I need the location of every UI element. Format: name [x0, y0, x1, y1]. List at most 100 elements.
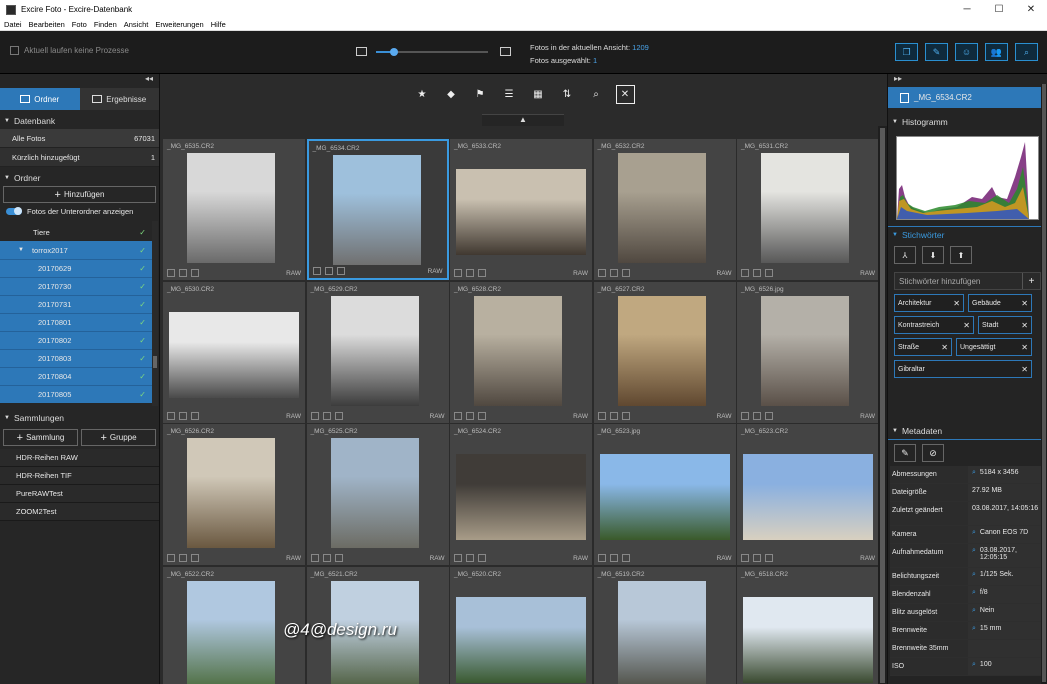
- pin-icon[interactable]: [310, 411, 319, 420]
- photo-thumbnail[interactable]: _MG_6528.CR2 RAW: [450, 281, 592, 423]
- flag-icon[interactable]: [765, 269, 773, 277]
- remove-keyword-icon[interactable]: ✕: [963, 321, 970, 330]
- flag-icon[interactable]: [765, 554, 773, 562]
- tree-item-20170629[interactable]: 20170629 ✓: [0, 259, 152, 277]
- edit-icon[interactable]: [322, 411, 331, 420]
- zoom-out-icon[interactable]: [356, 47, 367, 56]
- chevron-down-icon[interactable]: ▼: [18, 247, 24, 253]
- photo-thumbnail[interactable]: _MG_6527.CR2 RAW: [593, 281, 736, 423]
- photo-thumbnail[interactable]: _MG_6530.CR2 RAW: [163, 281, 305, 423]
- search-similar-icon[interactable]: ⌕: [972, 547, 976, 555]
- pin-icon[interactable]: [741, 269, 749, 277]
- db-row-recent[interactable]: Kürzlich hinzugefügt 1: [0, 148, 159, 167]
- right-scrollbar[interactable]: [1041, 84, 1047, 684]
- edit-icon[interactable]: [753, 411, 761, 420]
- flag-filter-icon[interactable]: ⚑: [471, 85, 490, 104]
- remove-keyword-icon[interactable]: ✕: [1021, 343, 1028, 352]
- remove-keyword-icon[interactable]: ✕: [1021, 365, 1028, 374]
- tree-item-20170803[interactable]: 20170803 ✓: [0, 349, 152, 367]
- edit-icon[interactable]: [753, 269, 761, 277]
- thumbnail-size-slider[interactable]: [376, 48, 488, 56]
- keyword-chip[interactable]: Ungesättigt ✕: [956, 338, 1032, 356]
- metadata-section-header[interactable]: ▼ Metadaten: [888, 422, 1047, 440]
- flag-icon[interactable]: [191, 411, 199, 420]
- remove-keyword-icon[interactable]: ✕: [941, 343, 948, 352]
- pin-icon[interactable]: [310, 554, 319, 562]
- menu-finden[interactable]: Finden: [94, 20, 117, 29]
- pin-icon[interactable]: [454, 411, 462, 420]
- pin-icon[interactable]: [741, 554, 749, 562]
- edit-icon[interactable]: [179, 411, 187, 420]
- edit-metadata-button[interactable]: ✎: [894, 444, 916, 462]
- keyword-input[interactable]: Stichwörter hinzufügen +: [894, 272, 1041, 290]
- keyword-chip[interactable]: Gibraltar ✕: [894, 360, 1032, 378]
- flag-icon[interactable]: [478, 411, 486, 420]
- tree-item-20170801[interactable]: 20170801 ✓: [0, 313, 152, 331]
- pin-icon[interactable]: [167, 269, 175, 277]
- maximize-icon[interactable]: ☐: [983, 0, 1015, 19]
- flag-icon[interactable]: [478, 269, 486, 277]
- collections-section-header[interactable]: ▼ Sammlungen: [0, 410, 159, 426]
- edit-icon[interactable]: [609, 269, 618, 277]
- tree-scrollbar[interactable]: [152, 221, 158, 406]
- add-folder-button[interactable]: + Hinzufügen: [3, 186, 156, 203]
- tree-item-20170805[interactable]: 20170805 ✓: [0, 385, 152, 403]
- calendar-filter-icon[interactable]: ▦: [529, 85, 548, 104]
- menu-hilfe[interactable]: Hilfe: [211, 20, 226, 29]
- zoom-in-icon[interactable]: [500, 47, 511, 56]
- pin-icon[interactable]: [597, 411, 606, 420]
- hide-metadata-button[interactable]: ⊘: [922, 444, 944, 462]
- menu-foto[interactable]: Foto: [72, 20, 87, 29]
- edit-icon[interactable]: [753, 554, 761, 562]
- db-row-all-photos[interactable]: Alle Fotos 67031: [0, 129, 159, 148]
- search-filter-icon[interactable]: ⌕: [587, 85, 606, 104]
- label-filter-icon[interactable]: ◆: [442, 85, 461, 104]
- keyword-person-button[interactable]: ⅄: [894, 246, 916, 264]
- collapse-left-button[interactable]: ◂◂: [0, 74, 159, 88]
- flag-icon[interactable]: [621, 554, 630, 562]
- edit-icon[interactable]: [609, 554, 618, 562]
- keyword-chip[interactable]: Gebäude ✕: [968, 294, 1032, 312]
- sort-az-icon[interactable]: ⇅: [558, 85, 577, 104]
- keyword-tool-button[interactable]: ✎: [925, 43, 948, 61]
- scrollbar-thumb[interactable]: [153, 356, 157, 368]
- collection-item[interactable]: HDR-Reihen TIF: [0, 467, 159, 485]
- menu-erweiterungen[interactable]: Erweiterungen: [155, 20, 203, 29]
- edit-icon[interactable]: [179, 554, 187, 562]
- photos-view-button[interactable]: ❐: [895, 43, 918, 61]
- pin-icon[interactable]: [597, 269, 606, 277]
- histogram-section-header[interactable]: ▼ Histogramm: [888, 114, 1047, 130]
- flag-icon[interactable]: [334, 411, 343, 420]
- grid-scrollbar[interactable]: [878, 126, 887, 684]
- edit-icon[interactable]: [466, 554, 474, 562]
- toggle-switch[interactable]: [6, 206, 22, 215]
- pin-icon[interactable]: [454, 269, 462, 277]
- keyword-export-button[interactable]: ⬇: [922, 246, 944, 264]
- pin-icon[interactable]: [167, 411, 175, 420]
- scrollbar-thumb[interactable]: [1042, 84, 1046, 682]
- flag-icon[interactable]: [336, 267, 345, 275]
- keyword-chip[interactable]: Straße ✕: [894, 338, 952, 356]
- add-keyword-button[interactable]: +: [1022, 273, 1040, 289]
- flag-icon[interactable]: [765, 411, 773, 420]
- collapse-right-button[interactable]: ▸▸: [888, 74, 1047, 87]
- keyword-chip[interactable]: Kontrastreich ✕: [894, 316, 974, 334]
- slider-knob[interactable]: [389, 48, 398, 56]
- photo-thumbnail[interactable]: _MG_6524.CR2 RAW: [450, 424, 592, 565]
- list-filter-icon[interactable]: ☰: [500, 85, 519, 104]
- tab-ergebnisse[interactable]: Ergebnisse: [79, 88, 159, 110]
- database-section-header[interactable]: ▼ Datenbank: [0, 113, 159, 129]
- remove-keyword-icon[interactable]: ✕: [953, 299, 960, 308]
- face-button[interactable]: ☺: [955, 43, 978, 61]
- edit-icon[interactable]: [179, 269, 187, 277]
- photo-thumbnail[interactable]: _MG_6520.CR2: [450, 566, 592, 684]
- flag-icon[interactable]: [478, 554, 486, 562]
- edit-icon[interactable]: [609, 411, 618, 420]
- search-similar-icon[interactable]: ⌕: [972, 625, 976, 633]
- flag-icon[interactable]: [621, 269, 630, 277]
- edit-icon[interactable]: [466, 269, 474, 277]
- tree-item-20170730[interactable]: 20170730 ✓: [0, 277, 152, 295]
- tree-item-tiere[interactable]: Tiere ✓: [0, 223, 152, 241]
- tree-item-20170802[interactable]: 20170802 ✓: [0, 331, 152, 349]
- photo-thumbnail[interactable]: _MG_6533.CR2 RAW: [450, 139, 592, 280]
